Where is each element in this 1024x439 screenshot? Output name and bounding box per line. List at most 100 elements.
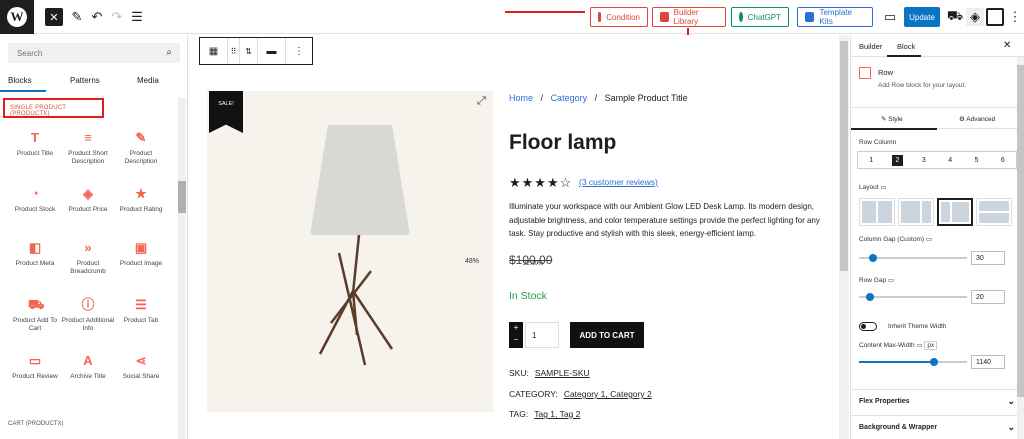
list-view-icon[interactable]: ☰ (128, 8, 146, 26)
layout-option-40-60[interactable] (937, 198, 973, 226)
tab-style[interactable]: ✎ Style (881, 115, 903, 123)
update-button[interactable]: Update (904, 7, 940, 27)
slider-knob[interactable] (930, 358, 938, 366)
product-sku: SKU: SAMPLE-SKU (509, 368, 590, 378)
scrollbar-thumb[interactable] (178, 181, 186, 213)
breadcrumb-home[interactable]: Home (509, 93, 533, 103)
drag-handle-icon[interactable]: ⠿ (228, 38, 240, 64)
content-max-width-slider[interactable] (859, 357, 967, 367)
cart-icon[interactable]: ⛟ (946, 8, 964, 26)
condition-button[interactable]: Condition (590, 7, 648, 27)
cart-icon: ⛟ (28, 297, 45, 312)
layout-option-50-50[interactable] (859, 198, 895, 226)
column-gap-slider[interactable] (859, 253, 967, 263)
block-archive-title[interactable]: A Archive Title (60, 354, 116, 381)
sidebar-tabs: Builder Block ✕ (851, 35, 1024, 57)
tab-media[interactable]: Media (137, 76, 159, 85)
plugin-icon[interactable]: ◈ (966, 8, 984, 26)
search-input[interactable]: Search ⌕ (8, 43, 180, 63)
meta-icon: ◧ (28, 240, 42, 255)
align-icon[interactable]: ▬ (258, 38, 286, 64)
more-options-icon[interactable]: ⋮ (286, 38, 312, 64)
block-product-image[interactable]: ▣ Product Image (113, 241, 169, 268)
tab-blocks[interactable]: Blocks (8, 76, 32, 85)
more-options-icon[interactable]: ⋮ (1006, 8, 1024, 26)
slider-knob[interactable] (869, 254, 877, 262)
chatgpt-button[interactable]: ChatGPT (731, 7, 789, 27)
block-product-title[interactable]: T Product Title (7, 131, 63, 158)
breadcrumb-icon: » (84, 240, 92, 255)
scrollbar[interactable] (1017, 57, 1024, 439)
tab-patterns[interactable]: Patterns (70, 76, 100, 85)
scrollbar[interactable] (839, 35, 849, 439)
desktop-preview-icon[interactable]: ▭ (881, 8, 899, 26)
row-block-icon[interactable]: ▦ (200, 38, 228, 64)
tab-block[interactable]: Block (897, 42, 915, 51)
settings-sidebar: Builder Block ✕ Row Add Row block for yo… (850, 35, 1024, 439)
row-gap-label: Row Gap ▭ (859, 277, 895, 284)
plus-icon[interactable]: + (509, 322, 523, 334)
block-product-stock[interactable]: ◔ Product Stock (7, 187, 63, 214)
block-product-breadcrumb[interactable]: » Product Breadcrumb (60, 241, 116, 276)
desktop-icon[interactable]: ▭ (880, 184, 886, 191)
block-social-share[interactable]: ⋖ Social Share (113, 354, 169, 381)
block-product-price[interactable]: ◈ Product Price (60, 187, 116, 214)
column-gap-input[interactable]: 30 (971, 251, 1005, 265)
block-product-short-description[interactable]: ≡ Product Short Description (60, 131, 116, 166)
template-kits-button[interactable]: Template Kits (797, 7, 873, 27)
quantity-input[interactable]: 1 (525, 322, 559, 348)
scrollbar-thumb[interactable] (1017, 65, 1024, 397)
move-up-down-icon[interactable]: ⇅ (240, 38, 258, 64)
desktop-icon[interactable]: ▭ (916, 342, 922, 349)
block-product-rating[interactable]: ★ Product Rating (113, 187, 169, 214)
minus-icon[interactable]: − (509, 334, 523, 346)
column-option-1[interactable]: 1 (858, 152, 884, 168)
pen-icon[interactable]: ✎ (68, 8, 86, 26)
undo-icon[interactable]: ↶ (88, 8, 106, 26)
tag-links[interactable]: Tag 1, Tag 2 (534, 409, 580, 419)
column-option-6[interactable]: 6 (990, 152, 1016, 168)
column-option-5[interactable]: 5 (963, 152, 989, 168)
block-product-review[interactable]: ▭ Product Review (7, 354, 63, 381)
column-option-3[interactable]: 3 (911, 152, 937, 168)
block-product-tab[interactable]: ☰ Product Tab (113, 298, 169, 325)
content-max-width-input[interactable]: 1140 (971, 355, 1005, 369)
breadcrumb-category[interactable]: Category (551, 93, 588, 103)
builder-library-button[interactable]: Builder Library (652, 7, 726, 27)
column-option-2[interactable]: 2 (884, 152, 910, 168)
sku-value[interactable]: SAMPLE-SKU (535, 368, 590, 378)
scrollbar-thumb[interactable] (840, 41, 848, 271)
close-icon[interactable]: ✕ (45, 8, 63, 26)
add-to-cart-button[interactable]: ADD TO CART (570, 322, 644, 348)
tab-advanced[interactable]: ⚙ Advanced (959, 115, 995, 123)
quantity-stepper[interactable]: + − (509, 322, 523, 348)
annotation-arrow (505, 11, 585, 13)
unit-selector[interactable]: px (924, 341, 938, 350)
row-gap-input[interactable]: 20 (971, 290, 1005, 304)
desktop-icon[interactable]: ▭ (926, 236, 932, 243)
scrollbar[interactable] (178, 98, 186, 439)
block-product-add-to-cart[interactable]: ⛟ Product Add To Cart (7, 298, 63, 333)
tab-builder[interactable]: Builder (859, 42, 882, 51)
wordpress-logo-icon[interactable]: W (0, 0, 34, 34)
row-gap-slider[interactable] (859, 292, 967, 302)
redo-icon[interactable]: ↷ (108, 8, 126, 26)
block-product-meta[interactable]: ◧ Product Meta (7, 241, 63, 268)
close-icon[interactable]: ✕ (1003, 40, 1011, 51)
block-product-description[interactable]: ✎ Product Description (113, 131, 169, 166)
settings-panel-icon[interactable] (986, 8, 1004, 26)
slider-knob[interactable] (866, 293, 874, 301)
background-wrapper-panel[interactable]: Background & Wrapper ⌄ (851, 415, 1024, 439)
column-option-4[interactable]: 4 (937, 152, 963, 168)
reviews-link[interactable]: (3 customer reviews) (579, 177, 658, 187)
editor-canvas: ▦ ⠿ ⇅ ▬ ⋮ SALE! ⤢ 48% Home / Category / … (189, 35, 849, 439)
category-links[interactable]: Category 1, Category 2 (564, 389, 652, 399)
layout-option-stacked[interactable] (976, 198, 1012, 226)
inherit-theme-width-toggle[interactable] (859, 322, 877, 331)
tab-icon: ☰ (135, 297, 147, 312)
flex-properties-panel[interactable]: Flex Properties ⌄ (851, 389, 1024, 413)
rating-stars: ★★★★☆ (509, 175, 573, 190)
desktop-icon[interactable]: ▭ (888, 277, 894, 284)
block-product-additional-info[interactable]: ⓘ Product Additional Info (60, 298, 116, 333)
layout-option-60-40[interactable] (898, 198, 934, 226)
